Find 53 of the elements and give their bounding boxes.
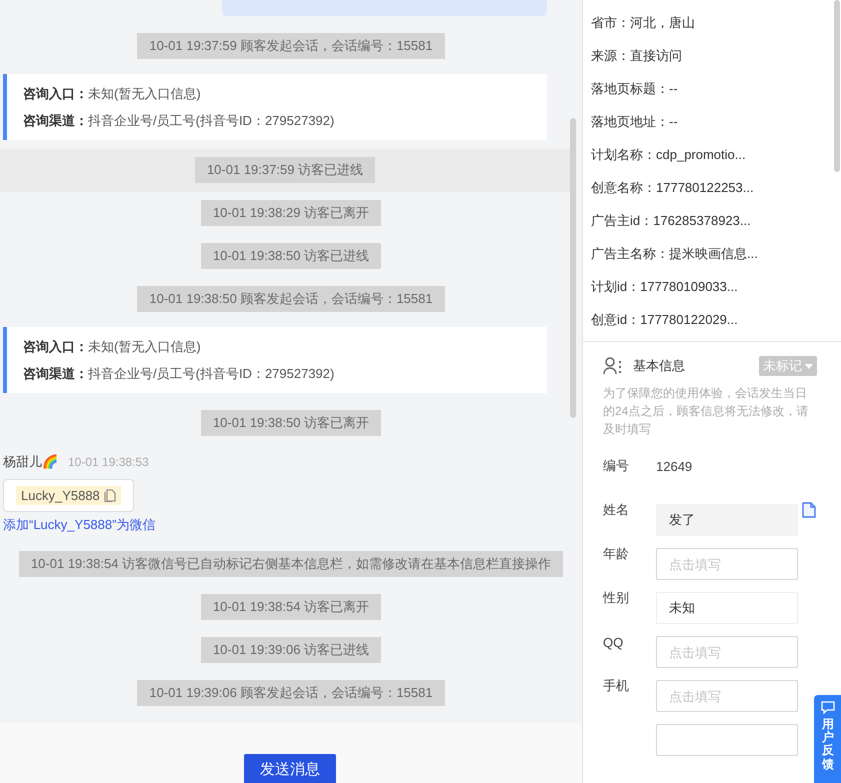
info-line: 创意名称：177780122253... (591, 179, 755, 197)
info-line: 广告主id：176285378923... (591, 212, 752, 230)
send-button[interactable]: 发送消息 (244, 754, 336, 783)
message-icon (821, 701, 835, 714)
section-title: 基本信息 (633, 357, 685, 375)
copy-icon[interactable] (104, 489, 116, 502)
info-line: 创意id：177780122029... (591, 311, 739, 329)
field-label: 咨询渠道： (23, 366, 88, 381)
system-notice: 10-01 19:38:50 顾客发起会话，会话编号：15581 (137, 286, 445, 312)
input-field[interactable]: 点击填写 (656, 636, 798, 668)
field-label: 咨询入口： (23, 86, 88, 101)
system-notice: 10-01 19:38:50 访客已离开 (200, 410, 382, 436)
info-line: 来源：直接访问 (591, 47, 683, 65)
field-label: 编号 (603, 457, 630, 475)
caret-icon (805, 364, 813, 368)
system-notice: 10-01 19:38:29 访客已离开 (200, 200, 382, 226)
info-line: 省市：河北，唐山 (591, 14, 696, 32)
field-value: 抖音企业号/员工号(抖音号ID：279527392) (88, 366, 334, 381)
field-label: 咨询渠道： (23, 113, 88, 128)
system-notice: 10-01 19:38:54 访客微信号已自动标记右侧基本信息栏，如需修改请在基本信息栏直接操作 (18, 551, 564, 577)
info-line: 计划名称：cdp_promotio... (591, 146, 747, 164)
info-line: 落地页标题：-- (591, 80, 679, 98)
input-field[interactable] (656, 724, 798, 756)
input-field[interactable]: 未知 (656, 592, 798, 624)
field-value: 12649 (656, 458, 692, 474)
input-field[interactable]: 点击填写 (656, 680, 798, 712)
field-value: 未知(暂无入口信息) (88, 339, 201, 354)
system-notice: 10-01 19:38:50 访客已进线 (200, 243, 382, 269)
feedback-tab[interactable]: 用户反馈 (814, 695, 841, 783)
field-label: 年龄 (603, 545, 630, 563)
system-notice: 10-01 19:37:59 访客已进线 (194, 157, 376, 183)
input-field[interactable]: 点击填写 (656, 548, 798, 580)
info-line: 计划id：177780109033... (591, 278, 739, 296)
info-line: 广告主名称：提米映画信息... (591, 245, 759, 263)
field-label: 咨询入口： (23, 339, 88, 354)
scrollbar[interactable] (570, 118, 576, 418)
wechat-id[interactable]: Lucky_Y5888 (16, 486, 121, 505)
field-label: 姓名 (603, 501, 630, 519)
system-notice: 10-01 19:39:06 访客已进线 (200, 637, 382, 663)
field-label: 性别 (603, 589, 630, 607)
info-line: 落地页地址：-- (591, 113, 679, 131)
system-notice: 10-01 19:37:59 顾客发起会话，会话编号：15581 (137, 33, 445, 59)
visitor-name: 杨甜儿🌈 (3, 453, 58, 471)
add-wechat-link[interactable]: 添加“Lucky_Y5888”为微信 (3, 516, 156, 534)
system-notice: 10-01 19:38:54 访客已离开 (200, 594, 382, 620)
field-value: 未知(暂无入口信息) (88, 86, 201, 101)
field-label: QQ (603, 634, 624, 650)
field-label: 手机 (603, 677, 630, 695)
scrollbar[interactable] (834, 0, 840, 172)
notice-text: 为了保障您的使用体验，会话发生当日的24点之后，顾客信息将无法修改，请及时填写 (603, 385, 810, 438)
field-value: 抖音企业号/员工号(抖音号ID：279527392) (88, 113, 334, 128)
system-notice: 10-01 19:39:06 顾客发起会话，会话编号：15581 (137, 680, 445, 706)
message-time: 10-01 19:38:53 (68, 455, 149, 469)
